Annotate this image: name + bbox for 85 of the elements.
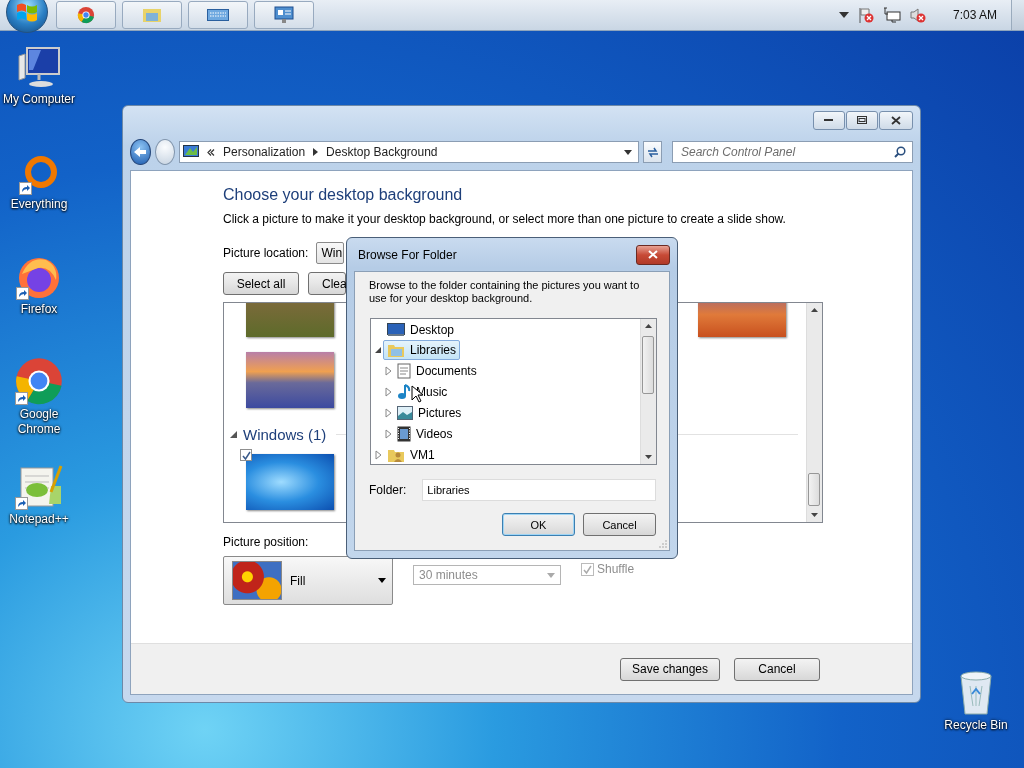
instructions-text: Click a picture to make it your desktop background, or select more than one picture to create a slide show.	[223, 212, 787, 226]
folder-label: Folder:	[369, 483, 407, 497]
minimize-button[interactable]	[813, 110, 845, 130]
taskbar-button[interactable]	[188, 1, 248, 29]
instructions-text: Browse to the folder containing the pictures you want to use for your desktop background.	[369, 279, 641, 305]
scroll-up-arrow-icon[interactable]	[645, 324, 652, 328]
desktop-icon	[387, 323, 405, 337]
tree-item[interactable]: Pictures	[393, 403, 466, 422]
search-icon[interactable]	[894, 146, 906, 158]
separator-arrow-icon[interactable]	[313, 148, 319, 156]
close-button[interactable]	[636, 244, 670, 265]
folder-icon	[142, 6, 162, 24]
desktop-icon-label[interactable]: Recycle Bin	[938, 718, 1014, 733]
chrome-icon	[77, 6, 95, 24]
clear-all-button[interactable]: Clea	[308, 272, 346, 295]
picture-location-dropdown[interactable]: Win	[316, 242, 345, 264]
tree-item[interactable]: Videos	[393, 423, 457, 444]
computer-icon	[15, 46, 63, 90]
taskbar-button[interactable]	[254, 1, 314, 29]
cancel-button[interactable]: Cancel	[734, 657, 820, 681]
folder-field[interactable]: Libraries	[422, 479, 656, 501]
taskbar-button[interactable]	[56, 1, 116, 29]
save-changes-button[interactable]: Save changes	[620, 657, 720, 681]
film-icon	[397, 425, 411, 442]
keyboard-icon	[207, 9, 229, 21]
dropdown-arrow-icon[interactable]	[378, 578, 386, 583]
clock[interactable]: 7:03 AM	[952, 8, 997, 22]
tree-item[interactable]: Libraries	[383, 339, 461, 360]
picture-location-label: Picture location:	[223, 246, 309, 260]
wallpaper-thumbnail[interactable]	[246, 454, 334, 510]
volume-muted-icon[interactable]	[909, 7, 926, 23]
picture-position-label: Picture position:	[223, 535, 309, 549]
photo-placeholder[interactable]	[246, 352, 334, 408]
tree-item[interactable]: VM1	[383, 444, 439, 464]
back-arrow-icon	[133, 146, 148, 158]
cancel-button[interactable]: Cancel	[583, 513, 656, 536]
ok-button[interactable]: OK	[502, 513, 575, 536]
start-button[interactable]	[6, 0, 48, 33]
refresh-icon	[645, 146, 660, 158]
document-icon	[397, 362, 411, 379]
minimize-icon	[824, 118, 834, 122]
scrollbar[interactable]	[806, 303, 822, 522]
collapse-arrow-icon[interactable]	[230, 431, 237, 438]
chrome-icon	[15, 357, 63, 405]
checkbox[interactable]	[240, 449, 252, 461]
scroll-up-arrow-icon[interactable]	[811, 308, 818, 312]
desktop-icon-label[interactable]: Firefox	[1, 302, 77, 317]
close-icon	[891, 115, 901, 125]
flower-photo-placeholder	[232, 561, 282, 600]
network-icon[interactable]	[882, 7, 901, 23]
page-heading: Choose your desktop background	[223, 186, 464, 204]
scroll-down-arrow-icon[interactable]	[645, 455, 652, 459]
breadcrumb-item[interactable]: Desktop Background	[326, 145, 438, 159]
caret-icon[interactable]	[838, 12, 849, 18]
music-note-icon	[397, 383, 411, 400]
desktop-icon-label[interactable]: Google Chrome	[1, 407, 77, 437]
desktop-icon-label[interactable]: Everything	[1, 197, 77, 212]
scroll-down-arrow-icon[interactable]	[811, 513, 818, 517]
close-icon	[648, 250, 658, 259]
scrollbar-thumb[interactable]	[808, 473, 820, 506]
maximize-button[interactable]	[846, 110, 878, 130]
picture-position-dropdown[interactable]: Fill	[223, 556, 393, 605]
windows-logo-icon	[16, 2, 38, 22]
scrollbar-thumb[interactable]	[642, 336, 654, 394]
tree-item[interactable]: Documents	[393, 360, 481, 381]
back-button[interactable]	[130, 139, 151, 165]
picture-icon	[397, 405, 413, 420]
resize-grip-icon[interactable]	[659, 540, 667, 548]
dialog-title: Browse For Folder	[358, 247, 457, 262]
dropdown-arrow-icon[interactable]	[624, 149, 633, 155]
group-heading[interactable]: Windows (1)	[243, 426, 327, 443]
breadcrumb-item[interactable]: Personalization	[223, 145, 306, 159]
desktop-icon-label[interactable]: My Computer	[1, 92, 77, 107]
control-panel-icon	[183, 145, 200, 159]
select-all-button[interactable]: Select all	[223, 272, 299, 295]
monitor-icon	[274, 6, 294, 24]
restore-icon	[857, 116, 867, 124]
tree-item[interactable]: Desktop	[383, 321, 459, 339]
search-field[interactable]: Search Control Panel	[672, 141, 913, 163]
flag-error-icon[interactable]	[857, 7, 874, 23]
close-button[interactable]	[879, 110, 913, 130]
double-chevron-icon[interactable]	[207, 148, 216, 156]
scrollbar[interactable]	[640, 319, 656, 464]
refresh-button[interactable]	[643, 141, 662, 163]
address-bar[interactable]: Personalization Desktop Background	[179, 141, 640, 163]
